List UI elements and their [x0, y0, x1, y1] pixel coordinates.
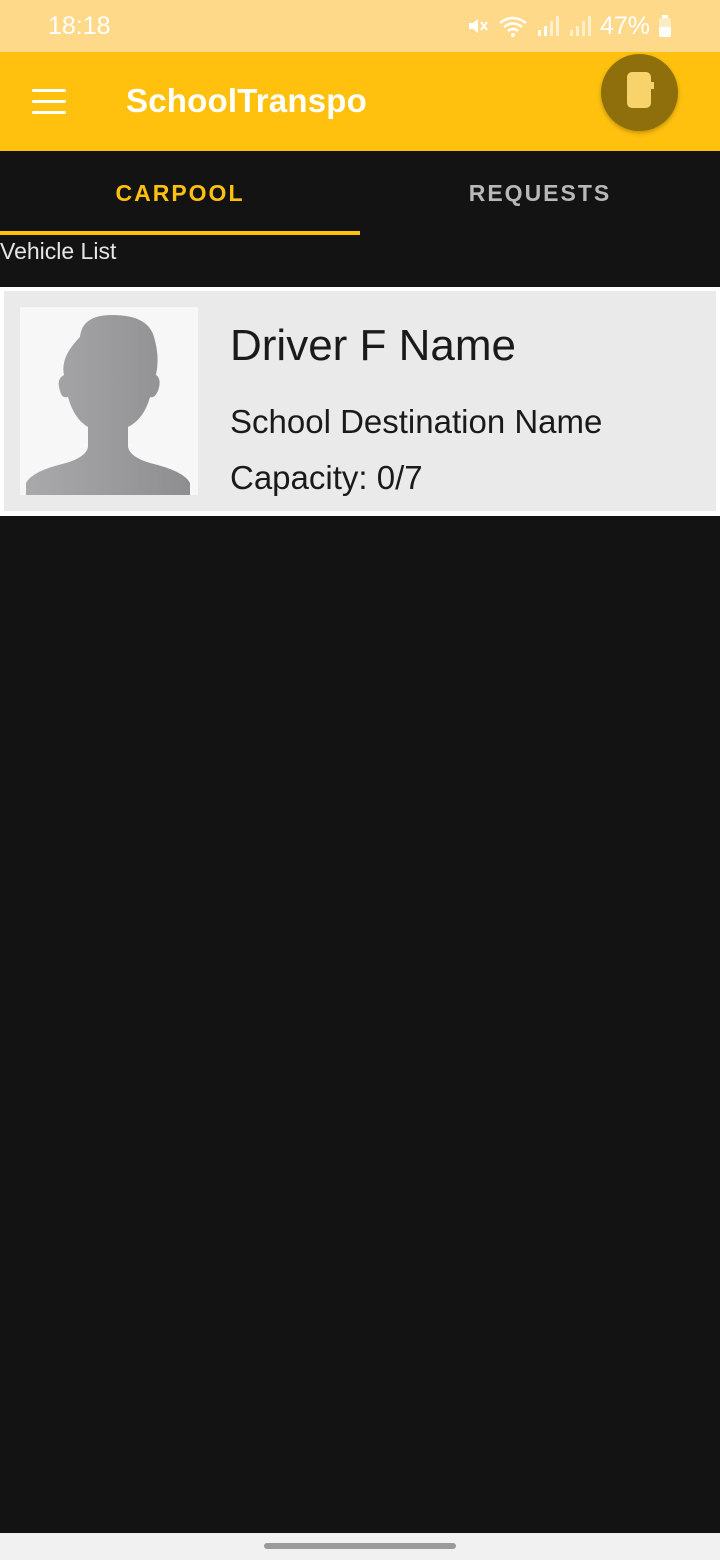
app-bar: SchoolTranspo — [0, 52, 720, 151]
vehicle-list: Driver F Name School Destination Name Ca… — [0, 287, 720, 516]
destination-name: School Destination Name — [230, 403, 603, 440]
signal-icon — [568, 14, 592, 38]
section-label: Vehicle List — [0, 238, 117, 264]
home-indicator[interactable] — [264, 1543, 456, 1549]
tab-requests-label: REQUESTS — [468, 179, 612, 206]
driver-name: Driver F Name — [230, 321, 517, 370]
phone-icon — [623, 70, 657, 115]
tab-bar: CARPOOL REQUESTS — [0, 151, 720, 235]
battery-percent: 47% — [599, 11, 650, 40]
tab-carpool[interactable]: CARPOOL — [0, 151, 360, 235]
tab-carpool-label: CARPOOL — [115, 179, 245, 206]
vehicle-card[interactable]: Driver F Name School Destination Name Ca… — [4, 291, 716, 511]
tab-indicator — [0, 231, 360, 235]
battery-icon — [658, 14, 672, 38]
capacity: Capacity: 0/7 — [230, 459, 423, 496]
hamburger-menu-icon[interactable] — [32, 89, 66, 115]
wifi-icon — [498, 14, 528, 38]
tab-requests[interactable]: REQUESTS — [360, 151, 720, 235]
status-time: 18:18 — [48, 11, 111, 40]
phone-action-button[interactable] — [601, 54, 678, 131]
signal-icon — [536, 14, 560, 38]
person-silhouette-icon — [20, 307, 198, 495]
mute-icon — [466, 14, 490, 38]
app-title: SchoolTranspo — [126, 82, 367, 119]
navigation-bar — [0, 1533, 720, 1560]
status-bar: 18:18 47% — [0, 0, 720, 52]
status-icons: 47% — [466, 12, 672, 41]
